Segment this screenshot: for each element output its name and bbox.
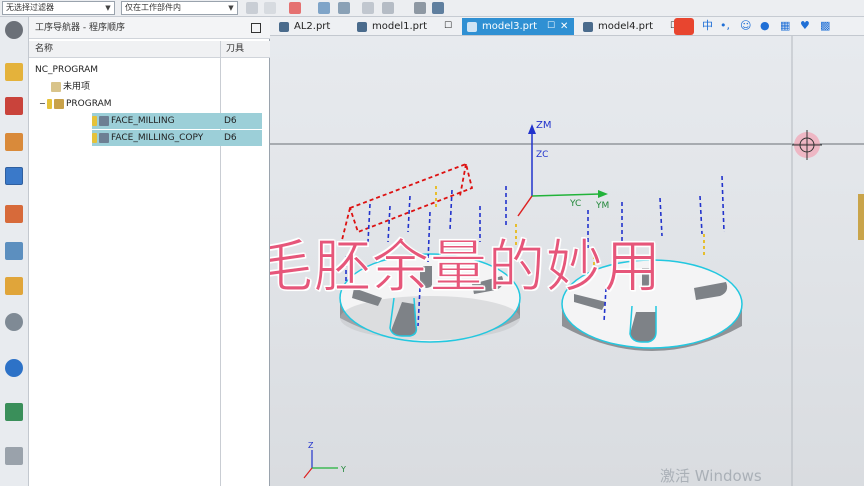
selection-scope-value: 仅在工作部件内: [125, 3, 181, 12]
shade-icon[interactable]: [432, 2, 444, 14]
close-icon[interactable]: ✕: [560, 18, 568, 35]
ime-toolbar: 中 •, ☺ ● ▦ ♥ ▩: [674, 17, 864, 36]
axis-label-zc: ZC: [536, 150, 548, 160]
folder-icon: [51, 81, 61, 92]
status-key-icon: [92, 115, 97, 126]
tab-label: model4.prt: [598, 21, 654, 32]
face-milling-op-icon: [99, 132, 109, 143]
tab-model4[interactable]: model4.prt ☐: [578, 18, 686, 35]
rectangle-icon[interactable]: [362, 2, 374, 14]
emoji-icon[interactable]: ☺: [740, 20, 751, 32]
chevron-down-icon: ▼: [105, 4, 111, 12]
coordinate-system[interactable]: [517, 124, 608, 217]
part-navigator-icon[interactable]: [5, 133, 23, 151]
operation-tool: D6: [224, 133, 237, 143]
assembly-navigator-icon[interactable]: [5, 63, 23, 81]
tab-al2[interactable]: AL2.prt: [274, 18, 346, 35]
tab-model1[interactable]: model1.prt ☐: [352, 18, 460, 35]
close-icon[interactable]: [251, 23, 261, 33]
operation-name: FACE_MILLING: [111, 116, 175, 126]
document-tabs: AL2.prt model1.prt ☐ model3.prt ☐ ✕ mode…: [270, 17, 864, 36]
tree-row-operation[interactable]: FACE_MILLING_COPY D6: [92, 130, 262, 146]
graphics-viewport[interactable]: ZM ZC YC YM Z Y UG面铣毛胚余量的妙用: [270, 36, 864, 486]
tab-label: model1.prt: [372, 21, 428, 32]
document-icon[interactable]: [5, 403, 23, 421]
operation-tool: D6: [224, 116, 237, 126]
roles-icon[interactable]: [5, 447, 23, 465]
triad-label-y: Y: [340, 465, 346, 474]
navigator-title: 工序导航器 - 程序顺序: [29, 17, 270, 39]
windows-activation-watermark: 激活 Windows: [660, 467, 762, 485]
operation-navigator-icon[interactable]: [5, 167, 23, 185]
face-milling-op-icon: [99, 115, 109, 126]
axis-label-zm: ZM: [536, 120, 551, 131]
microphone-icon[interactable]: ●: [760, 20, 770, 32]
part-icon: [357, 22, 367, 32]
program-folder-icon: [54, 98, 64, 109]
snap-icon[interactable]: [246, 2, 258, 14]
operation-navigator-panel: 工序导航器 - 程序顺序 名称 刀具 NC_PROGRAM 未用项 − PROGR…: [29, 17, 270, 486]
tree-row-operation[interactable]: FACE_MILLING D6: [92, 113, 262, 129]
operation-name: FACE_MILLING_COPY: [111, 133, 204, 143]
crosshair-icon[interactable]: [792, 130, 822, 160]
move-icon[interactable]: [318, 2, 330, 14]
modified-icon: ☐: [444, 21, 453, 31]
scroll-handle[interactable]: [858, 194, 864, 240]
navigator-column-header: 名称 刀具: [29, 41, 270, 58]
status-key-icon: [92, 132, 97, 143]
status-key-icon: [47, 98, 52, 109]
axis-label-yc: YC: [569, 199, 581, 209]
punctuation-icon[interactable]: •,: [720, 20, 730, 32]
column-name-header[interactable]: 名称: [29, 41, 220, 58]
curve-icon[interactable]: [289, 2, 301, 14]
tab-model3[interactable]: model3.prt ☐ ✕: [462, 18, 574, 35]
reuse-library-icon[interactable]: [5, 277, 23, 295]
triad-label-z: Z: [308, 441, 314, 450]
skin-icon[interactable]: ♥: [800, 20, 810, 32]
sogou-logo-icon[interactable]: [674, 18, 694, 35]
tab-label: AL2.prt: [294, 21, 331, 32]
axis-label-ym: YM: [595, 201, 609, 211]
eye-icon[interactable]: [5, 313, 23, 331]
language-icon[interactable]: 中: [702, 20, 713, 32]
chevron-down-icon: ▼: [228, 4, 234, 12]
select-icon[interactable]: [338, 2, 350, 14]
column-tool-header[interactable]: 刀具: [220, 41, 270, 58]
box-select-icon[interactable]: [382, 2, 394, 14]
tree-row-program[interactable]: − PROGRAM: [39, 96, 209, 112]
selection-filter-dropdown[interactable]: 无选择过滤器 ▼: [2, 1, 115, 15]
part-icon: [279, 22, 289, 32]
overlay-title: UG面铣毛胚余量的妙用: [270, 234, 662, 301]
view-icon[interactable]: [414, 2, 426, 14]
view-triad: [303, 450, 338, 479]
program-label: PROGRAM: [66, 99, 112, 109]
point-icon[interactable]: [264, 2, 276, 14]
library-icon[interactable]: [5, 242, 23, 260]
root-label: NC_PROGRAM: [35, 65, 99, 75]
selection-filter-value: 无选择过滤器: [6, 3, 54, 12]
unused-label: 未用项: [63, 82, 91, 92]
part-icon: [467, 22, 477, 32]
selection-scope-dropdown[interactable]: 仅在工作部件内 ▼: [121, 1, 238, 15]
modified-icon: ☐: [547, 21, 556, 31]
collapse-icon[interactable]: −: [39, 96, 47, 112]
resource-bar: [0, 17, 29, 486]
tree-row-root[interactable]: NC_PROGRAM: [35, 62, 215, 78]
toolbox-icon[interactable]: ▩: [820, 20, 830, 32]
column-divider: [220, 41, 221, 486]
machine-tool-icon[interactable]: [5, 205, 23, 223]
toolpath-red: [341, 162, 474, 241]
top-toolbar: 无选择过滤器 ▼ 仅在工作部件内 ▼: [0, 0, 864, 17]
keyboard-icon[interactable]: ▦: [780, 20, 790, 32]
tree-row-unused[interactable]: 未用项: [51, 79, 211, 95]
tab-label: model3.prt: [482, 21, 538, 32]
constraint-navigator-icon[interactable]: [5, 97, 23, 115]
gear-icon[interactable]: [5, 21, 23, 39]
part-icon: [583, 22, 593, 32]
info-icon[interactable]: [5, 359, 23, 377]
